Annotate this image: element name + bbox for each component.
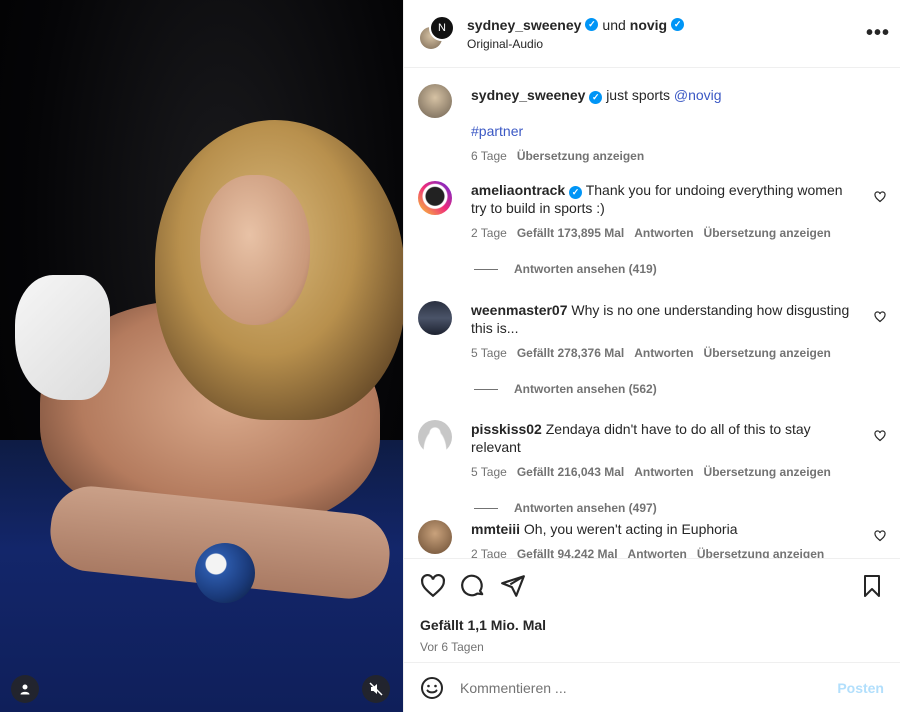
post-side-panel: N sydney_sweeney ✓ und novig ✓ Original-… (403, 0, 900, 712)
reply-button[interactable]: Antworten (634, 463, 693, 481)
collab-avatars[interactable]: N (418, 14, 456, 53)
comment-time[interactable]: 5 Tage (471, 463, 507, 481)
caption: sydney_sweeney ✓ just sports @novig #par… (418, 84, 886, 165)
comment-input[interactable] (460, 679, 838, 696)
comment-username[interactable]: weenmaster07 (471, 302, 568, 318)
caption-hashtag-link[interactable]: #partner (471, 123, 523, 139)
verified-icon: ✓ (585, 18, 599, 31)
heart-icon[interactable] (874, 430, 886, 442)
post-date[interactable]: Vor 6 Tagen (420, 640, 884, 654)
reply-button[interactable]: Antworten (628, 545, 687, 558)
avatar[interactable] (418, 301, 452, 335)
comment-time[interactable]: 5 Tage (471, 344, 507, 362)
person-icon (20, 684, 30, 695)
avatar[interactable]: N (429, 14, 455, 41)
comment-time[interactable]: 2 Tage (471, 545, 507, 558)
post-likes-count[interactable]: Gefällt 1,1 Mio. Mal (420, 617, 884, 633)
caption-username[interactable]: sydney_sweeney (471, 87, 585, 103)
pool-ball (195, 543, 255, 603)
comments-list[interactable]: sydney_sweeney ✓ just sports @novig #par… (404, 68, 900, 558)
verified-icon: ✓ (671, 18, 685, 31)
comment-likes[interactable]: Gefällt 278,376 Mal (517, 344, 624, 362)
more-options-icon[interactable]: ••• (866, 22, 890, 45)
header-username-2[interactable]: novig (630, 17, 667, 33)
audio-link[interactable]: Original-Audio (467, 37, 684, 51)
comment-username[interactable]: mmteiii (471, 521, 520, 537)
comment-text: Oh, you weren't acting in Euphoria (523, 521, 738, 537)
comment-likes[interactable]: Gefällt 216,043 Mal (517, 463, 624, 481)
translate-link[interactable]: Übersetzung anzeigen (517, 147, 644, 165)
translate-link[interactable]: Übersetzung anzeigen (704, 344, 831, 362)
caption-time[interactable]: 6 Tage (471, 147, 507, 165)
mute-button[interactable] (362, 675, 390, 703)
view-replies-label: Antworten ansehen (497) (514, 501, 657, 515)
list-item: pisskiss02 Zendaya didn't have to do all… (418, 420, 886, 515)
translate-link[interactable]: Übersetzung anzeigen (697, 545, 824, 558)
list-item: ameliaontrack ✓ Thank you for undoing ev… (418, 181, 886, 276)
photo-subject-face (200, 175, 310, 325)
verified-icon: ✓ (569, 185, 583, 199)
reply-button[interactable]: Antworten (634, 224, 693, 242)
comment-bubble-icon[interactable] (460, 573, 486, 599)
view-replies-button[interactable]: Antworten ansehen (562) (474, 382, 886, 396)
like-heart-icon[interactable] (420, 573, 446, 599)
post-comment-button[interactable]: Posten (837, 680, 884, 696)
post-header: N sydney_sweeney ✓ und novig ✓ Original-… (404, 0, 900, 68)
heart-icon[interactable] (874, 530, 886, 542)
comment-username[interactable]: pisskiss02 (471, 421, 542, 437)
view-replies-button[interactable]: Antworten ansehen (497) (474, 501, 886, 515)
caption-text: just sports (606, 87, 670, 103)
reply-button[interactable]: Antworten (634, 344, 693, 362)
verified-icon: ✓ (589, 90, 603, 104)
tagged-users-button[interactable] (11, 675, 39, 703)
view-replies-button[interactable]: Antworten ansehen (419) (474, 262, 886, 276)
avatar[interactable] (418, 84, 452, 118)
avatar[interactable] (418, 520, 452, 554)
speaker-muted-icon (369, 682, 383, 696)
comment-username[interactable]: ameliaontrack (471, 182, 565, 198)
translate-link[interactable]: Übersetzung anzeigen (704, 224, 831, 242)
caption-mention-link[interactable]: @novig (674, 87, 722, 103)
heart-icon[interactable] (874, 191, 886, 203)
comment-composer: Posten (404, 662, 900, 712)
list-item: weenmaster07 Why is no one understanding… (418, 301, 886, 396)
share-send-icon[interactable] (500, 573, 526, 599)
view-replies-label: Antworten ansehen (419) (514, 262, 657, 276)
comment-likes[interactable]: Gefällt 173,895 Mal (517, 224, 624, 242)
emoji-icon[interactable] (420, 676, 444, 700)
save-bookmark-icon[interactable] (860, 574, 884, 598)
comment-time[interactable]: 2 Tage (471, 224, 507, 242)
post-photo[interactable] (0, 0, 403, 712)
translate-link[interactable]: Übersetzung anzeigen (704, 463, 831, 481)
post-viewer: N sydney_sweeney ✓ und novig ✓ Original-… (0, 0, 900, 712)
view-replies-label: Antworten ansehen (562) (514, 382, 657, 396)
comment-likes[interactable]: Gefällt 94,242 Mal (517, 545, 618, 558)
list-item: mmteiii Oh, you weren't acting in Euphor… (418, 520, 886, 558)
photo-subject-shorts (15, 275, 110, 400)
header-username-1[interactable]: sydney_sweeney (467, 17, 581, 33)
post-actions: Gefällt 1,1 Mio. Mal Vor 6 Tagen (404, 558, 900, 662)
avatar[interactable] (418, 181, 452, 215)
heart-icon[interactable] (874, 311, 886, 323)
header-joiner: und (602, 16, 626, 33)
avatar[interactable] (418, 420, 452, 454)
